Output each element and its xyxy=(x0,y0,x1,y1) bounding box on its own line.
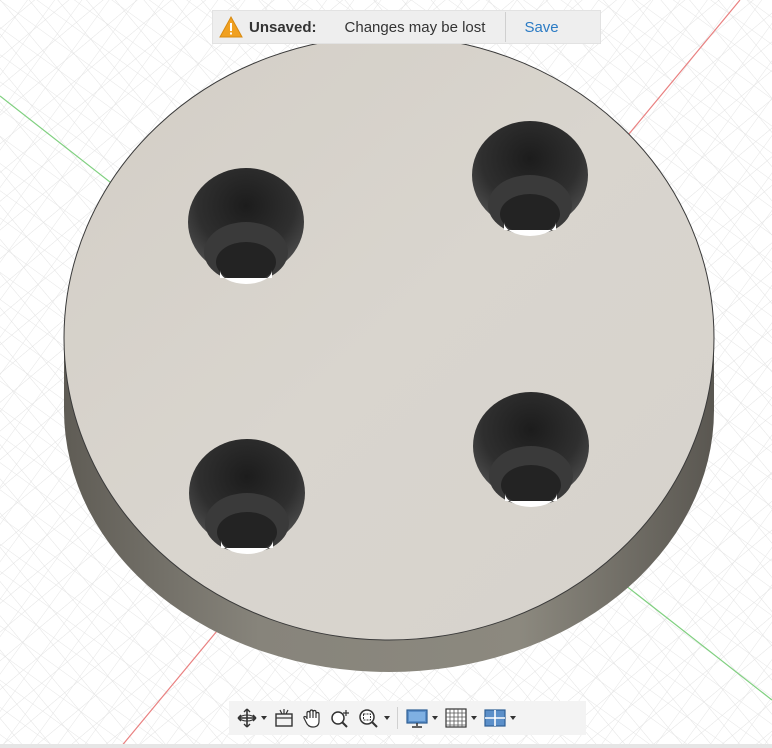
warning-icon xyxy=(217,14,245,40)
orbit-button[interactable] xyxy=(233,703,270,733)
pan-icon xyxy=(301,707,323,729)
grid-snaps-icon xyxy=(444,707,468,729)
zoom-icon xyxy=(329,707,351,729)
save-link[interactable]: Save xyxy=(524,19,558,36)
unsaved-banner: Unsaved: Changes may be lost Save xyxy=(212,10,601,44)
display-settings-button[interactable] xyxy=(402,703,441,733)
grid-snaps-button[interactable] xyxy=(441,703,480,733)
navigation-toolbar xyxy=(229,701,586,735)
orbit-icon xyxy=(236,707,258,729)
viewports-button[interactable] xyxy=(480,703,519,733)
look-at-icon xyxy=(273,707,295,729)
unsaved-status-label: Unsaved: xyxy=(249,18,317,36)
viewports-icon xyxy=(483,707,507,729)
viewport-bottom-border xyxy=(0,744,772,748)
chevron-down-icon xyxy=(432,716,438,720)
canvas-viewport[interactable]: Unsaved: Changes may be lost Save xyxy=(0,0,772,748)
fit-zoom-window-icon xyxy=(357,707,381,729)
fit-zoom-window-button[interactable] xyxy=(354,703,393,733)
model-scene[interactable] xyxy=(0,0,772,748)
pan-button[interactable] xyxy=(298,703,326,733)
chevron-down-icon xyxy=(510,716,516,720)
look-at-button[interactable] xyxy=(270,703,298,733)
disc-top-face xyxy=(63,35,715,641)
display-settings-icon xyxy=(405,707,429,729)
banner-divider xyxy=(505,12,507,42)
chevron-down-icon xyxy=(384,716,390,720)
zoom-button[interactable] xyxy=(326,703,354,733)
chevron-down-icon xyxy=(261,716,267,720)
unsaved-message: Changes may be lost xyxy=(344,18,486,36)
toolbar-divider xyxy=(397,707,398,729)
disc-body[interactable] xyxy=(63,35,715,672)
chevron-down-icon xyxy=(471,716,477,720)
